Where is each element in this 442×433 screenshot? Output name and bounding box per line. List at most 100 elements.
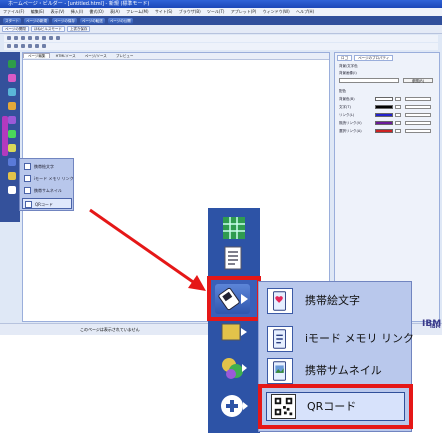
tab-html-source[interactable]: HTMLソース [52, 54, 80, 58]
underline-icon[interactable] [21, 36, 25, 40]
save-page-button[interactable]: ページの保存 [51, 17, 77, 24]
menu-item-qr-code[interactable]: QRコード [266, 392, 405, 421]
font-color-icon[interactable] [49, 36, 53, 40]
menu-view[interactable]: 表示(V) [51, 9, 65, 14]
mobile-tool-button[interactable] [215, 284, 250, 314]
undo-icon[interactable] [28, 44, 32, 48]
thumbnail-icon [24, 187, 31, 194]
bold-icon[interactable] [7, 36, 11, 40]
add-icon[interactable] [220, 392, 248, 420]
menu-tools[interactable]: ツール(T) [207, 9, 225, 14]
color-row-link: リンク(L) [339, 112, 435, 118]
background-image-label: 背景画像(I) [339, 71, 357, 75]
open-page-button[interactable]: ページの開閉 [2, 26, 29, 32]
add-icon[interactable] [8, 186, 16, 194]
align-left-icon[interactable] [28, 36, 32, 40]
menu-item-thumbnail[interactable]: 携帯サムネイル [264, 356, 408, 386]
mobile-phone-icon [218, 287, 248, 311]
publish-page-button[interactable]: ページの公開 [107, 17, 133, 24]
tab-page-source[interactable]: ページ/ソース [81, 54, 111, 58]
tab-preview[interactable]: プレビュー [112, 54, 138, 58]
ibm-logo-large: IBM [422, 319, 442, 329]
table-icon[interactable] [220, 214, 248, 242]
image-icon[interactable] [8, 74, 16, 82]
emoji-icon [24, 163, 31, 170]
thumbnail-icon [267, 358, 293, 384]
tab-logo[interactable]: ロゴ [337, 55, 352, 61]
align-right-icon[interactable] [42, 36, 46, 40]
qr-code-highlight: QRコード [258, 384, 413, 429]
start-button[interactable]: スタート [3, 17, 21, 24]
menu-site[interactable]: サイト(S) [155, 9, 173, 14]
form-icon[interactable] [8, 88, 16, 96]
gallery-icon[interactable] [220, 354, 248, 382]
menu-table[interactable]: 表(A) [110, 9, 120, 14]
color-value-box[interactable] [405, 129, 431, 133]
menu-applet[interactable]: アプレット(P) [231, 9, 257, 14]
editor-tabs: ページ編集 HTMLソース ページ/ソース プレビュー [23, 53, 329, 60]
menu-help[interactable]: ヘルプ(H) [296, 9, 314, 14]
imode-link-icon [24, 175, 31, 182]
list-icon[interactable] [56, 36, 60, 40]
new-page-button[interactable]: ページの新規 [24, 17, 49, 24]
background-section-title: 背景/文字色 [339, 64, 358, 68]
menu-window[interactable]: ウィンドウ(W) [263, 9, 290, 14]
color-row-text: 文字(T) [339, 104, 435, 110]
menu-edit[interactable]: 編集(E) [31, 9, 45, 14]
link-icon[interactable] [42, 44, 46, 48]
color-swatch[interactable] [375, 113, 393, 117]
align-center-icon[interactable] [35, 36, 39, 40]
color-value-box[interactable] [405, 97, 431, 101]
menu-item-imode-link[interactable]: iモード メモリ リンク [22, 173, 74, 184]
dropdown-arrow-icon[interactable] [395, 121, 401, 125]
transfer-page-button[interactable]: ページの転送 [79, 17, 105, 24]
menu-item-imode-link[interactable]: iモード メモリ リンク [264, 324, 414, 354]
color-value-box[interactable] [405, 113, 431, 117]
copy-icon[interactable] [14, 44, 18, 48]
mobile-icon[interactable] [8, 158, 16, 166]
dropdown-arrow-icon[interactable] [395, 105, 401, 109]
menu-format[interactable]: 書式(O) [89, 9, 103, 14]
dropdown-arrow-icon[interactable] [395, 97, 401, 101]
color-swatch[interactable] [375, 121, 393, 125]
background-image-input[interactable] [339, 78, 399, 83]
media-icon[interactable] [8, 116, 16, 124]
menu-browser[interactable]: ブラウザ(B) [179, 9, 201, 14]
color-swatch[interactable] [375, 97, 393, 101]
color-section-title: 配色 [339, 89, 346, 93]
color-value-box[interactable] [405, 105, 431, 109]
gallery-icon[interactable] [8, 172, 16, 180]
color-swatch[interactable] [375, 105, 393, 109]
sample-icon[interactable] [8, 144, 16, 152]
document-icon[interactable] [220, 244, 248, 272]
color-value-box[interactable] [405, 121, 431, 125]
media-icon[interactable] [220, 318, 248, 346]
tab-page-properties[interactable]: ページのプロパティ [354, 55, 394, 61]
cut-icon[interactable] [7, 44, 11, 48]
dropdown-arrow-icon[interactable] [395, 113, 401, 117]
color-row-background: 背景色(B) [339, 96, 435, 102]
italic-icon[interactable] [14, 36, 18, 40]
panel-tabs: ロゴ ページのプロパティ [337, 55, 394, 61]
left-tool-strip [0, 52, 20, 222]
menu-insert[interactable]: 挿入(I) [71, 9, 83, 14]
menu-item-emoji[interactable]: 携帯絵文字 [22, 161, 72, 172]
status-text: このページは表示されていません [80, 327, 140, 332]
menu-file[interactable]: ファイル(F) [3, 9, 24, 14]
reference-button[interactable]: 参照(R) [403, 78, 433, 83]
paste-icon[interactable] [21, 44, 25, 48]
parts-icon[interactable] [8, 102, 16, 110]
mode-button[interactable]: ほねビルスモード [30, 26, 65, 32]
redo-icon[interactable] [35, 44, 39, 48]
table-icon[interactable] [8, 60, 16, 68]
menu-frame[interactable]: フレーム(M) [126, 9, 148, 14]
menu-item-thumbnail[interactable]: 携帯サムネイル [22, 185, 72, 196]
color-swatch[interactable] [375, 129, 393, 133]
menu-item-qr-code[interactable]: QRコード [22, 198, 72, 209]
overwrite-save-button[interactable]: 上書き保存 [66, 26, 91, 32]
tab-page-edit[interactable]: ページ編集 [23, 53, 51, 58]
menu-bar: ファイル(F) 編集(E) 表示(V) 挿入(I) 書式(O) 表(A) フレー… [0, 8, 442, 16]
dropdown-arrow-icon[interactable] [395, 129, 401, 133]
menu-item-emoji[interactable]: 携帯絵文字 [264, 286, 408, 316]
template-icon[interactable] [8, 130, 16, 138]
